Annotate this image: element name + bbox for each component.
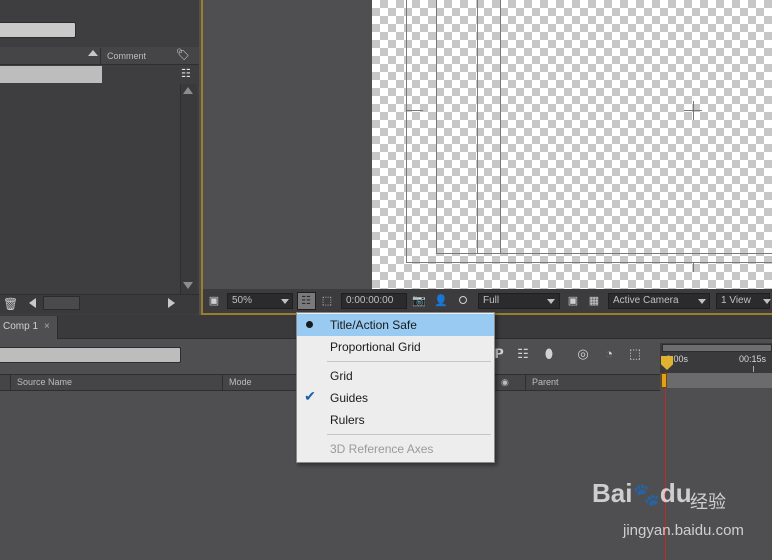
- grid-guides-icon: ☷: [301, 295, 311, 307]
- region-of-interest-icon[interactable]: ▣: [566, 294, 580, 308]
- watermark-logo-suffix: du: [659, 478, 692, 508]
- parent-column-header[interactable]: Parent: [525, 375, 652, 390]
- frame-blending-icon[interactable]: ☷: [514, 346, 532, 362]
- camera-icon[interactable]: 📷: [412, 294, 426, 308]
- title-safe-guide-left: [436, 0, 437, 253]
- scroll-right-arrow-icon[interactable]: [168, 298, 175, 308]
- horizontal-scroll-thumb[interactable]: [43, 296, 80, 310]
- layer-track-bar[interactable]: [662, 373, 772, 388]
- ruler-tick: [753, 366, 754, 372]
- menu-item-grid[interactable]: Grid: [297, 365, 494, 387]
- paw-icon: 🐾: [632, 482, 660, 507]
- close-icon[interactable]: ×: [44, 320, 54, 334]
- watermark-url: jingyan.baidu.com: [623, 522, 744, 539]
- title-safe-guide-bottom: [436, 253, 772, 254]
- chevron-down-icon: [698, 299, 706, 304]
- menu-separator: [327, 434, 491, 435]
- flowchart-icon[interactable]: ☷: [181, 68, 195, 81]
- menu-separator: [327, 361, 491, 362]
- mask-visibility-icon[interactable]: ⬚: [320, 294, 334, 308]
- bullet-icon: [306, 321, 313, 328]
- motion-blur-icon[interactable]: ⬮: [540, 346, 558, 362]
- view-layout-dropdown[interactable]: 1 View: [716, 293, 770, 309]
- brainstorm-icon[interactable]: ◎: [574, 346, 592, 362]
- guide-line[interactable]: [500, 0, 501, 253]
- chevron-down-icon: [763, 299, 771, 304]
- menu-item-proportional-grid[interactable]: Proportional Grid: [297, 336, 494, 358]
- mode-column-header[interactable]: Mode: [222, 375, 304, 390]
- project-search-input[interactable]: [0, 22, 76, 38]
- chevron-down-icon: [547, 299, 555, 304]
- checkmark-icon: ✔: [304, 388, 316, 404]
- center-marker-bottom: [693, 262, 694, 272]
- watermark-logo-text: Bai: [592, 478, 633, 508]
- menu-item-rulers[interactable]: Rulers: [297, 409, 494, 431]
- action-safe-guide-bottom: [406, 262, 772, 263]
- composition-canvas[interactable]: [372, 0, 772, 289]
- scroll-up-arrow-icon[interactable]: [183, 87, 193, 94]
- transparency-grid-icon[interactable]: ▦: [587, 294, 601, 308]
- source-name-column-header[interactable]: Source Name: [10, 375, 229, 390]
- project-vertical-scrollbar[interactable]: [180, 84, 197, 294]
- timeline-search-input[interactable]: [0, 347, 181, 363]
- menu-item-3d-reference-axes: 3D Reference Axes: [330, 442, 434, 456]
- current-time-display[interactable]: 0:00:00:00: [341, 293, 407, 309]
- graph-editor-icon[interactable]: ⬚: [626, 346, 644, 362]
- auto-keyframe-icon[interactable]: ◔: [600, 346, 618, 362]
- camera-view-dropdown[interactable]: Active Camera: [608, 293, 710, 309]
- show-snapshot-icon[interactable]: 👤: [434, 294, 448, 308]
- chevron-down-icon: [281, 299, 289, 304]
- work-area-bar[interactable]: [662, 344, 772, 352]
- always-preview-icon[interactable]: ▣: [207, 294, 221, 308]
- guide-line[interactable]: [477, 0, 478, 253]
- baidu-watermark-logo: Bai🐾du: [592, 478, 692, 509]
- menu-item-title-action-safe[interactable]: Title/Action Safe: [297, 314, 494, 336]
- comment-column-header[interactable]: Comment: [100, 48, 168, 64]
- center-marker-left: [407, 110, 423, 111]
- menu-item-guides[interactable]: Guides: [297, 387, 494, 409]
- sort-ascending-icon[interactable]: [88, 50, 98, 56]
- project-item-row[interactable]: [0, 66, 102, 83]
- ruler-15s-label: 00:15s: [739, 354, 767, 364]
- watermark-chinese-text: 经验: [690, 492, 726, 512]
- scroll-left-arrow-icon[interactable]: [29, 298, 36, 308]
- scroll-down-arrow-icon[interactable]: [183, 282, 193, 289]
- trash-icon[interactable]: 🗑: [3, 297, 18, 311]
- channel-rgb-icon[interactable]: ⭘: [456, 294, 470, 308]
- action-safe-guide-left: [406, 0, 407, 262]
- tag-icon[interactable]: 🏷: [176, 49, 192, 62]
- playhead-handle[interactable]: [661, 373, 667, 388]
- center-crosshair-icon: [693, 101, 694, 120]
